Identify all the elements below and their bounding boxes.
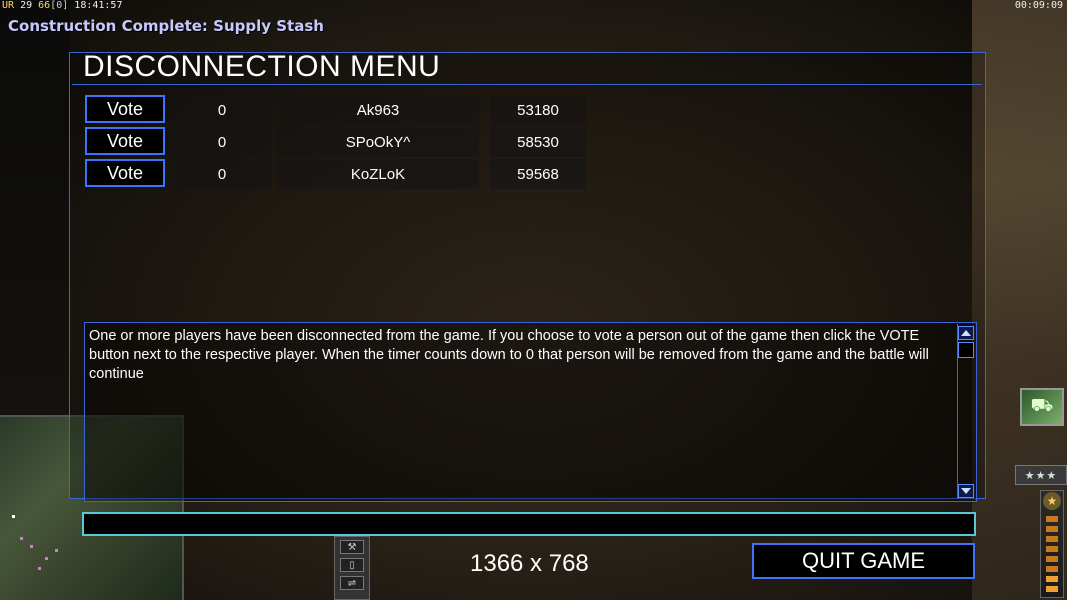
minimap-unit-dot <box>30 545 33 548</box>
wrench-icon[interactable]: ⚒ <box>340 540 364 554</box>
construction-notice: Construction Complete: Supply Stash <box>8 17 324 35</box>
power-segment <box>1046 576 1058 582</box>
vote-count: 0 <box>173 159 271 189</box>
player-name: Ak963 <box>277 95 479 125</box>
player-timer: 59568 <box>490 159 586 189</box>
minimap-unit-dot <box>45 557 48 560</box>
star-icon: ★ <box>1043 492 1061 510</box>
minimap-unit-dot <box>55 549 58 552</box>
vote-button[interactable]: Vote <box>85 127 165 155</box>
power-segment <box>1046 516 1058 522</box>
player-name: KoZLoK <box>277 159 479 189</box>
vote-button[interactable]: Vote <box>85 159 165 187</box>
terrain-shadow <box>0 0 70 420</box>
minimap-player-dot <box>12 515 15 518</box>
triangle-down-icon[interactable] <box>958 484 974 498</box>
disconnect-message: One or more players have been disconnect… <box>89 328 929 382</box>
vote-count: 0 <box>173 95 271 125</box>
vote-button[interactable]: Vote <box>85 95 165 123</box>
title-divider <box>72 84 982 85</box>
scroll-thumb[interactable] <box>958 342 974 358</box>
rank-stars-icon: ★★★ <box>1015 465 1067 485</box>
quit-game-button[interactable]: QUIT GAME <box>752 543 975 579</box>
dialog-title: DISCONNECTION MENU <box>83 50 441 83</box>
local-time: 18:41:57 <box>74 0 123 11</box>
player-name: SPoOkY^ <box>277 127 479 157</box>
resolution-label: 1366 x 768 <box>470 550 589 577</box>
hud-stats: UR 29 66[0] 18:41:57 <box>2 0 122 12</box>
sell-icon[interactable]: ⇌ <box>340 576 364 590</box>
power-segment <box>1046 556 1058 562</box>
vehicle-icon[interactable]: ⛟ <box>1020 388 1064 426</box>
ur-label: UR <box>2 0 15 11</box>
ur-value: 29 <box>20 0 33 11</box>
triangle-up-icon[interactable] <box>958 326 974 340</box>
info-icon[interactable]: ▯ <box>340 558 364 572</box>
minimap-unit-dot <box>20 537 23 540</box>
power-segment <box>1046 526 1058 532</box>
fps-value: 66 <box>38 0 51 11</box>
game-clock: 00:09:09 <box>1014 0 1063 11</box>
power-segment <box>1046 536 1058 542</box>
power-segment <box>1046 546 1058 552</box>
chat-input[interactable] <box>82 512 976 536</box>
vote-count: 0 <box>173 127 271 157</box>
power-segment <box>1046 566 1058 572</box>
player-timer: 58530 <box>490 127 586 157</box>
player-timer: 53180 <box>490 95 586 125</box>
power-segment <box>1046 586 1058 592</box>
bracket-value: [0] <box>50 0 69 11</box>
minimap-unit-dot <box>38 567 41 570</box>
